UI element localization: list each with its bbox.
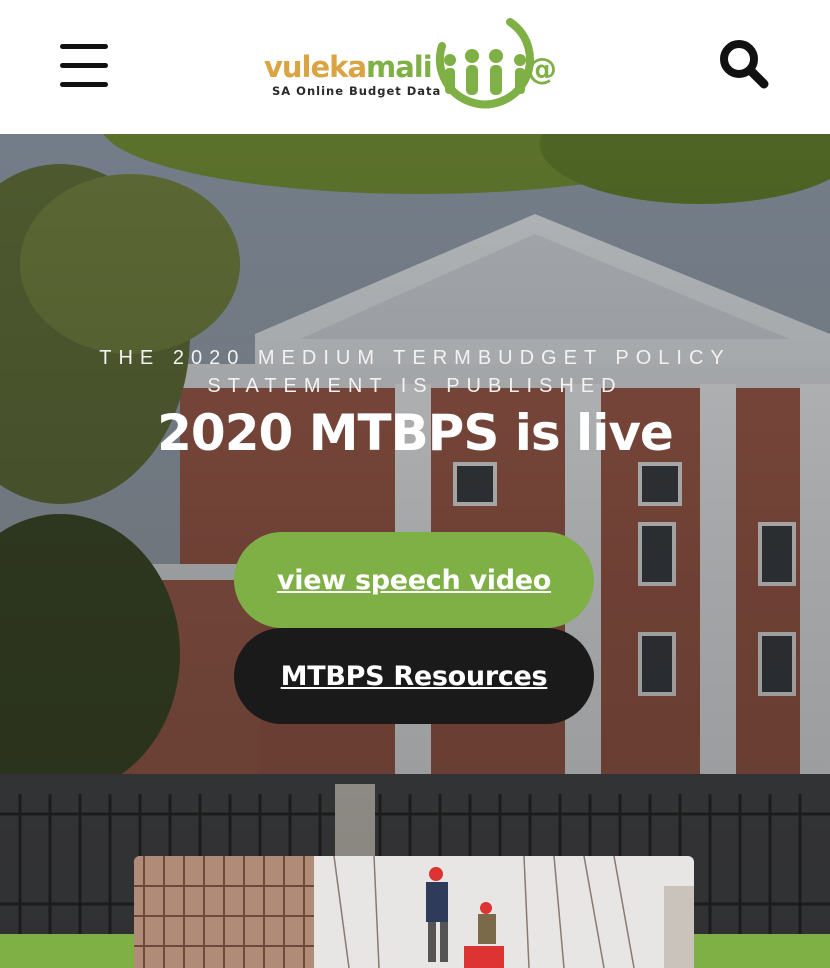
logo-people-icon: @: [436, 18, 557, 109]
section-accent-left: [0, 934, 134, 968]
hero-headline: 2020 MTBPS is live: [157, 404, 674, 462]
hamburger-menu-icon[interactable]: [58, 44, 110, 88]
view-speech-video-button[interactable]: view speech video: [234, 532, 594, 628]
mtbps-resources-button[interactable]: MTBPS Resources: [234, 628, 594, 724]
hero-kicker: THE 2020 MEDIUM TERMBUDGET POLICY STATEM…: [99, 347, 731, 397]
search-icon[interactable]: [716, 36, 772, 92]
construction-image-card[interactable]: [134, 856, 694, 968]
site-header: vulekamali SA Online Budget Data @: [0, 0, 830, 134]
logo-wordmark: vulekamali: [264, 50, 433, 84]
svg-text:@: @: [527, 52, 557, 87]
hero-banner: THE 2020 MEDIUM TERMBUDGET POLICY STATEM…: [0, 134, 830, 968]
construction-workers-image: [134, 856, 694, 968]
section-accent-right: [694, 934, 830, 968]
vulekamali-logo[interactable]: vulekamali SA Online Budget Data @: [262, 16, 570, 112]
